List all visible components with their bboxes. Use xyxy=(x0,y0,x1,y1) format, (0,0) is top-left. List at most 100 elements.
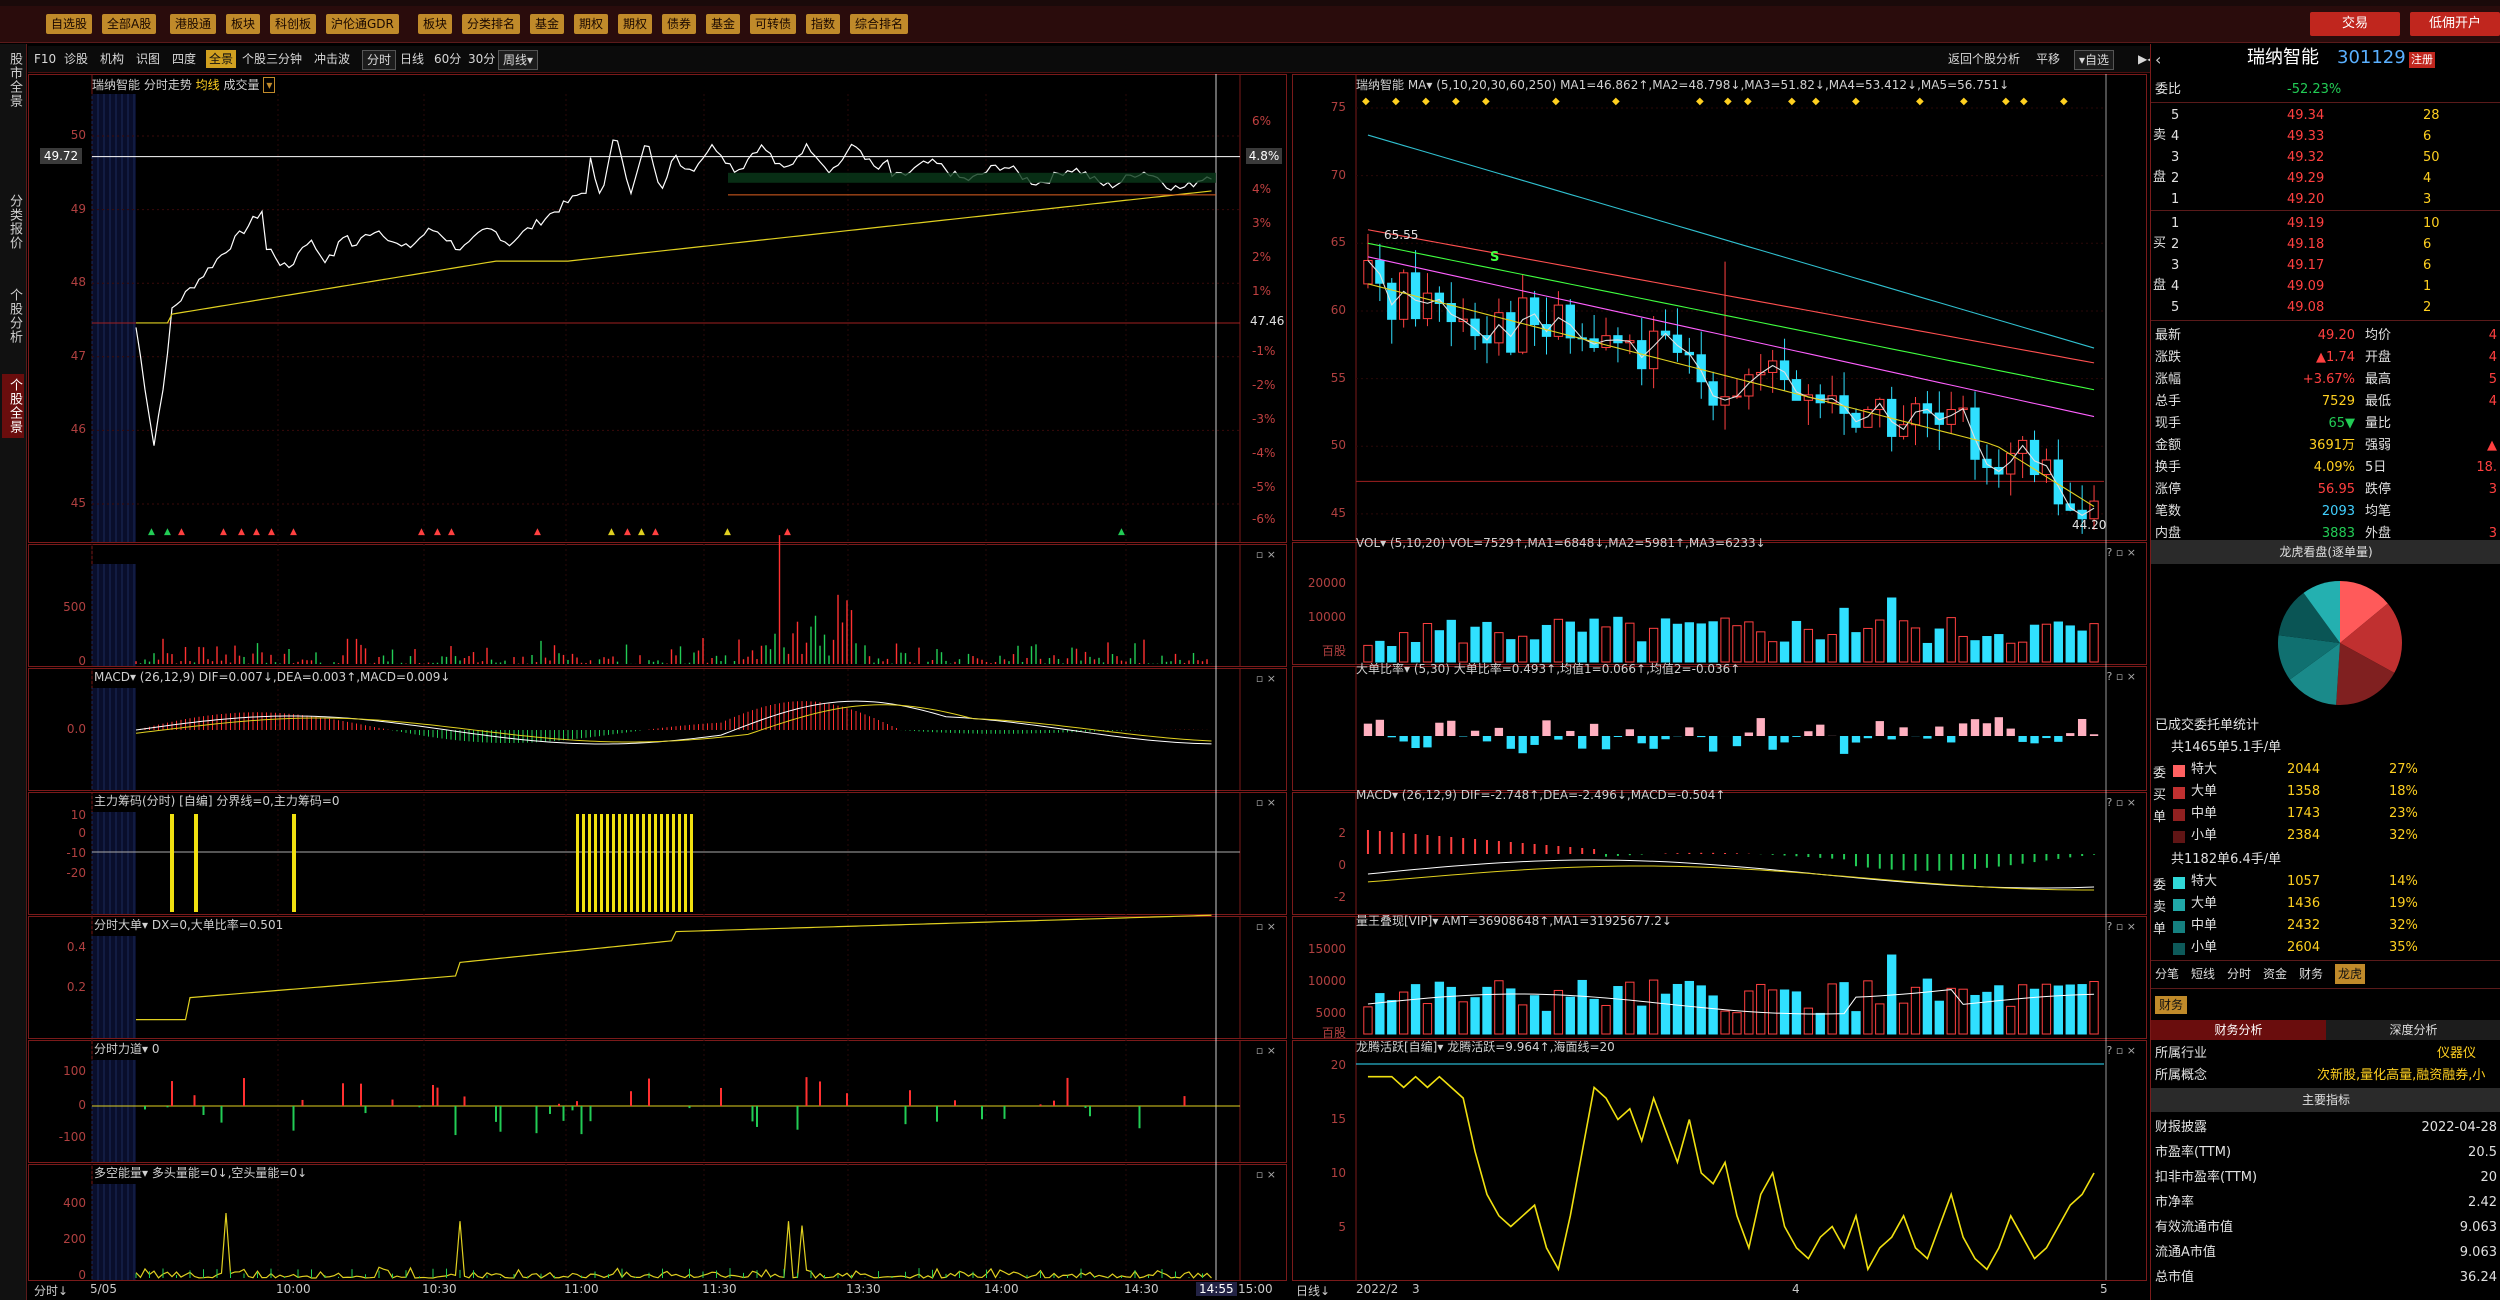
f10-link[interactable]: F10 xyxy=(34,50,56,68)
kline-candle-36 xyxy=(1791,379,1802,401)
side-tab-5[interactable]: 龙虎 xyxy=(2335,964,2366,984)
side-tab-2[interactable]: 分时 xyxy=(2227,964,2251,984)
toolbar-button-7[interactable]: 分类排名 xyxy=(462,14,521,34)
period-weekly-dropdown[interactable]: 周线▾ xyxy=(498,50,539,70)
fin-value-3: 2.42 xyxy=(2468,1195,2497,1210)
ld-tick-0: 100 xyxy=(63,1064,86,1078)
stock-code: 301129 xyxy=(2337,47,2406,68)
order-stats-title: 已成交委托单统计 xyxy=(2155,718,2260,733)
pane-close-icon-2: ▫ × xyxy=(1256,672,1276,685)
toolbar-button-9[interactable]: 期权 xyxy=(574,14,609,34)
toolbar-button-12[interactable]: 基金 xyxy=(706,14,741,34)
toolbar-button-0[interactable]: 自选股 xyxy=(46,14,93,34)
impact-wave-link[interactable]: 冲击波 xyxy=(314,50,350,68)
nav-tab-category-quotes[interactable]: 分类报价 xyxy=(2,190,24,254)
kline-signal-diamond-0: ◆ xyxy=(1362,96,1370,107)
toolbar-button-8[interactable]: 基金 xyxy=(530,14,565,34)
chart-recognize-link[interactable]: 识图 xyxy=(136,50,160,68)
kline-volume-king-title: 量王叠现[VIP]▾ AMT=36908648↑,MA1=31925677.2↓ xyxy=(1356,914,1672,928)
kline-macd-dea xyxy=(1367,865,2095,891)
toolbar-button-13[interactable]: 可转债 xyxy=(750,14,797,34)
period-60min[interactable]: 60分 xyxy=(434,50,461,68)
institution-link[interactable]: 机构 xyxy=(100,50,124,68)
diagnose-link[interactable]: 诊股 xyxy=(64,50,88,68)
buy-type-1: 大单 xyxy=(2191,784,2218,799)
period-30min[interactable]: 30分 xyxy=(468,50,495,68)
kline-macd-tick-1: 0 xyxy=(1338,858,1346,872)
pan-button[interactable]: 平移 xyxy=(2036,50,2060,68)
ask-level-4: 1 xyxy=(2171,192,2180,207)
ask-price-1[interactable]: 49.33 xyxy=(2287,127,2324,147)
kline-macd-tick-2: -2 xyxy=(1334,890,1346,904)
kline-price-tick-5: 50 xyxy=(1330,438,1346,453)
quote-label-1: 涨跌 xyxy=(2155,350,2182,365)
three-minute-link[interactable]: 个股三分钟 xyxy=(242,50,302,68)
side-tab-1[interactable]: 短线 xyxy=(2191,964,2215,984)
pct-tick-10: -5% xyxy=(1252,480,1276,494)
toolbar-button-11[interactable]: 债券 xyxy=(662,14,697,34)
kline-candle-55 xyxy=(2017,439,2028,454)
nav-tab-market[interactable]: 股市全景 xyxy=(2,48,24,112)
quote-label-6: 换手 xyxy=(2155,460,2182,475)
toolbar-button-3[interactable]: 板块 xyxy=(226,14,261,34)
toolbar-button-5[interactable]: 沪伦通GDR xyxy=(326,14,399,34)
bid-price-4[interactable]: 49.08 xyxy=(2287,298,2324,318)
bid-price-3[interactable]: 49.09 xyxy=(2287,277,2324,297)
bid-price-2[interactable]: 49.17 xyxy=(2287,256,2324,276)
intraday-corner-label[interactable]: 分时↓ xyxy=(34,1282,68,1299)
quote-value-2: +3.67% xyxy=(2302,372,2355,387)
intraday-chart-area[interactable]: ▫ × ▫ × ▫ × ▫ × ▫ × ▫ × ▲ ▲ ▲ ▲ ▲ ▲ ▲ ▲ ▲ ▲ ▲ ▲ ▲ ▲ ▲ ▲ ▲ ▲ ▲ xyxy=(28,74,1288,1300)
fin-value-0: 2022-04-28 xyxy=(2421,1120,2497,1135)
nav-tab-stock-overview[interactable]: 个股全景 xyxy=(2,374,24,438)
ask-price-2[interactable]: 49.32 xyxy=(2287,148,2324,168)
kline-signal-diamond-10: ◆ xyxy=(1788,96,1796,107)
watchlist-dropdown[interactable]: ▾自选 xyxy=(2074,50,2115,70)
quote-label-3: 总手 xyxy=(2155,394,2182,409)
toolbar-button-6[interactable]: 板块 xyxy=(418,14,453,34)
concept-value[interactable]: 次新股,量化高量,融资融券,小 xyxy=(2317,1066,2485,1086)
fin-label-2: 扣非市盈率(TTM) xyxy=(2155,1170,2258,1185)
period-daily[interactable]: 日线 xyxy=(400,50,424,68)
intraday-price-line xyxy=(135,139,1212,446)
back-icon[interactable]: ‹ xyxy=(2155,50,2161,70)
four-degree-link[interactable]: 四度 xyxy=(172,50,196,68)
sell-group-summary: 共1182单6.4手/单 xyxy=(2171,852,2282,867)
sell-pct-3: 35% xyxy=(2389,940,2418,955)
ask-price-0[interactable]: 49.34 xyxy=(2287,106,2324,126)
quote-value-6: 4.09% xyxy=(2313,460,2355,475)
side-tab-0[interactable]: 分笔 xyxy=(2155,964,2179,984)
back-to-analysis-link[interactable]: 返回个股分析 xyxy=(1948,50,2020,68)
toolbar-button-14[interactable]: 指数 xyxy=(806,14,841,34)
pct-tick-9: -4% xyxy=(1252,446,1276,460)
deep-analysis-subtab[interactable]: 深度分析 xyxy=(2326,1020,2500,1040)
quote-value-1: ▲1.74 xyxy=(2316,350,2355,365)
time-tick-7: 14:30 xyxy=(1124,1282,1159,1296)
toolbar-button-15[interactable]: 综合排名 xyxy=(850,14,909,34)
ask-level-3: 2 xyxy=(2171,171,2180,186)
bid-level-3: 4 xyxy=(2171,279,2180,294)
open-account-button[interactable]: 低佣开户 xyxy=(2410,12,2500,36)
period-intraday[interactable]: 分时 xyxy=(362,50,397,70)
toolbar-button-4[interactable]: 科创板 xyxy=(270,14,317,34)
kline-chart-area[interactable]: ? ▫ × ? ▫ × ? ▫ × ? ▫ × ? ▫ × ◆ ◆ ◆ ◆ ◆ ◆ ◆ ◆ ◆ ◆ ◆ ◆ ◆ ◆ ◆… xyxy=(1292,74,2148,1300)
trade-button[interactable]: 交易 xyxy=(2310,12,2400,36)
nav-tab-stock-analysis[interactable]: 个股分析 xyxy=(2,284,24,348)
finance-tab[interactable]: 财务 xyxy=(2155,996,2188,1014)
bid-price-0[interactable]: 49.19 xyxy=(2287,214,2324,234)
kline-macd-dif xyxy=(1367,859,2095,889)
overview-tab[interactable]: 全景 xyxy=(206,50,237,68)
ask-price-4[interactable]: 49.20 xyxy=(2287,190,2324,210)
kline-corner-label[interactable]: 日线↓ xyxy=(1296,1282,1330,1299)
toolbar-button-2[interactable]: 港股通 xyxy=(170,14,217,34)
ask-price-3[interactable]: 49.29 xyxy=(2287,169,2324,189)
finance-analysis-subtab[interactable]: 财务分析 xyxy=(2151,1020,2326,1040)
toolbar-button-1[interactable]: 全部A股 xyxy=(102,14,157,34)
side-tab-3[interactable]: 资金 xyxy=(2263,964,2287,984)
pct-tick-2: 4% xyxy=(1252,182,1272,196)
bid-price-1[interactable]: 49.18 xyxy=(2287,235,2324,255)
toolbar-button-10[interactable]: 期权 xyxy=(618,14,653,34)
kline-big-order-title: 大单比率▾ (5,30) 大单比率=0.493↑,均值1=0.066↑,均值2=… xyxy=(1356,662,1741,676)
industry-value[interactable]: 仪器仪 xyxy=(2437,1044,2476,1064)
side-tab-4[interactable]: 财务 xyxy=(2299,964,2323,984)
dropdown-icon[interactable]: ▾ xyxy=(263,77,276,93)
